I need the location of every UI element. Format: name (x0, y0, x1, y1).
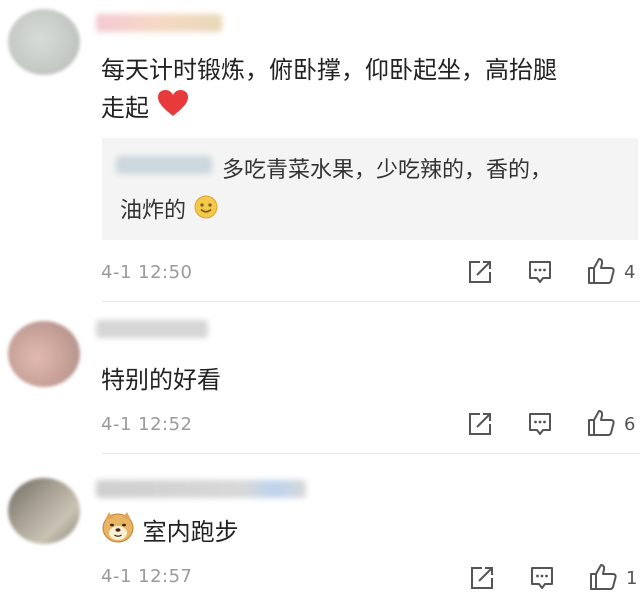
username-blurred[interactable] (96, 480, 306, 498)
like-button[interactable] (588, 562, 618, 592)
username-blurred[interactable] (96, 320, 208, 338)
reply-button[interactable] (526, 410, 554, 438)
reply-button[interactable] (526, 258, 554, 286)
comment-icon (529, 413, 551, 435)
share-icon (469, 413, 491, 435)
like-icon (588, 410, 615, 436)
comment-icon (531, 567, 553, 589)
comment-text: 特别的好看 (101, 366, 221, 394)
comment-text-line2: 走起 (101, 88, 189, 129)
comment-2: 特别的好看 4-1 12:52 6 (0, 302, 640, 454)
share-button[interactable] (468, 564, 496, 592)
reply-text-line2: 油炸的 (120, 194, 219, 229)
like-button[interactable] (586, 408, 616, 438)
reply-username-blurred[interactable] (116, 156, 212, 174)
like-count: 1 (626, 568, 638, 589)
like-button[interactable] (586, 256, 616, 286)
username-blurred[interactable] (96, 14, 222, 32)
comment-text: 室内跑步 (101, 510, 239, 556)
share-icon (471, 567, 493, 589)
doge-emoji-icon (101, 510, 135, 556)
comment-text: 每天计时锻炼，俯卧撑，仰卧起坐，高抬腿 (101, 56, 557, 84)
comment-1: 每天计时锻炼，俯卧撑，仰卧起坐，高抬腿 走起 多吃青菜水果，少吃辣的，香的， 油… (0, 0, 640, 302)
like-count: 6 (624, 414, 636, 435)
comment-timestamp: 4-1 12:50 (101, 262, 193, 283)
smiley-icon (193, 194, 219, 229)
share-button[interactable] (466, 258, 494, 286)
avatar[interactable] (8, 478, 80, 544)
comment-icon (529, 261, 551, 283)
reply-quote[interactable]: 多吃青菜水果，少吃辣的，香的， 油炸的 (102, 138, 638, 240)
share-button[interactable] (466, 410, 494, 438)
like-icon (590, 564, 617, 590)
comment-3: 室内跑步 4-1 12:57 1 (0, 454, 640, 598)
reply-text: 多吃青菜水果，少吃辣的，香的， (222, 158, 553, 183)
heart-icon (157, 89, 189, 129)
comment-timestamp: 4-1 12:52 (101, 414, 193, 435)
share-icon (469, 261, 491, 283)
like-icon (588, 258, 615, 284)
avatar[interactable] (8, 9, 80, 75)
reply-button[interactable] (528, 564, 556, 592)
comment-timestamp: 4-1 12:57 (101, 566, 193, 587)
avatar[interactable] (8, 321, 80, 387)
like-count: 4 (624, 262, 636, 283)
